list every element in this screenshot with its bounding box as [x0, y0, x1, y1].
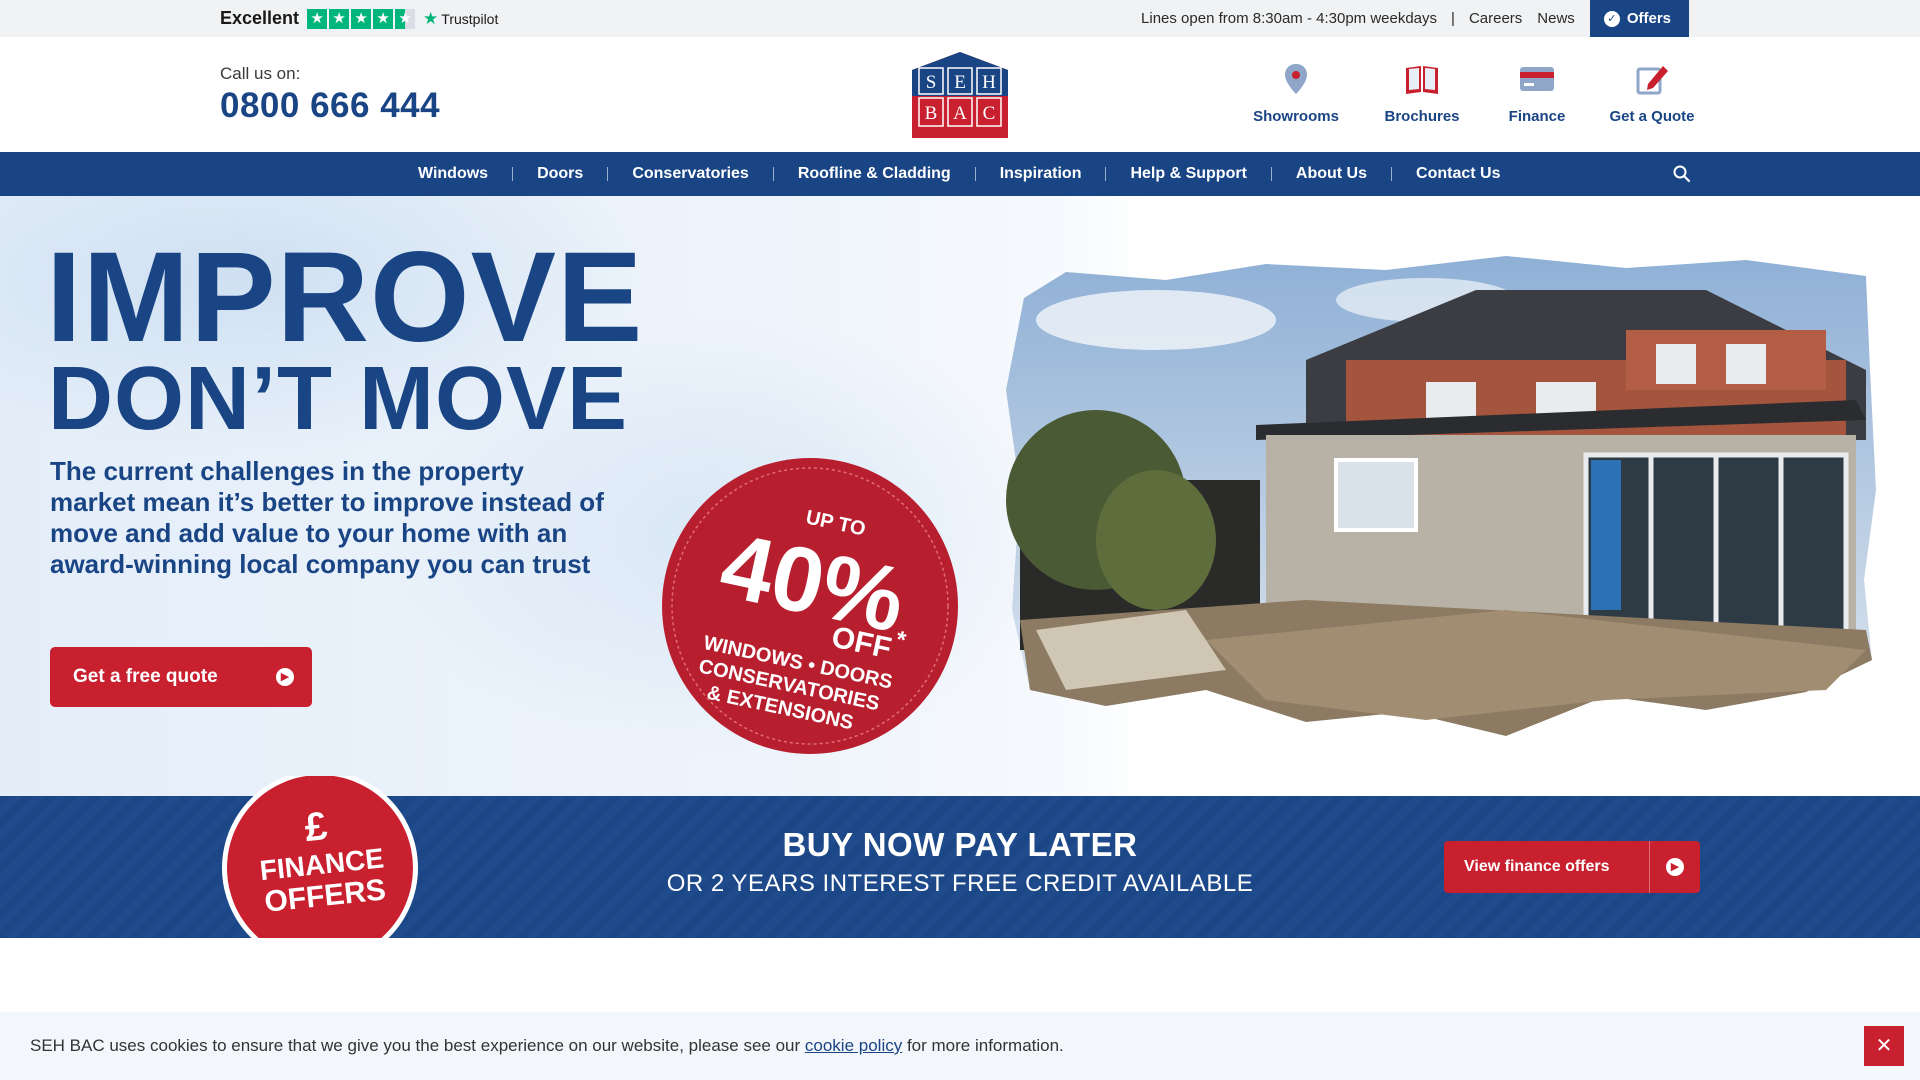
view-finance-offers-button[interactable]: View finance offers ▶ [1444, 841, 1700, 893]
news-link[interactable]: News [1537, 10, 1575, 27]
call-us-block: Call us on: 0800 666 444 [220, 64, 440, 126]
trustpilot-rating-label: Excellent [220, 8, 300, 28]
logo-letter: C [983, 103, 996, 124]
hero-section: IMPROVE DON’T MOVE The current challenge… [0, 196, 1920, 796]
nav-item-doors[interactable]: Doors [513, 165, 607, 183]
book-icon [1406, 66, 1438, 94]
button-divider [1649, 841, 1650, 893]
star-icon: ★ [307, 8, 328, 29]
cookie-banner: SEH BAC uses cookies to ensure that we g… [0, 1012, 1920, 1080]
star-icon: ★ [351, 8, 372, 29]
hero-title-line-2: DON’T MOVE [48, 349, 629, 449]
card-icon [1520, 67, 1554, 91]
brochures-link[interactable]: Brochures [1374, 60, 1470, 125]
offer-badge-icon: ✓ [1603, 10, 1620, 27]
header-quick-links: Showrooms Brochures Finance Get a Quote [1248, 60, 1700, 125]
hero-title-line-1: IMPROVE [46, 226, 644, 369]
star-icon: ★ [373, 8, 394, 29]
discount-badge: UP TO 40% OFF * WINDOWS • DOORS CONSERVA… [662, 458, 958, 754]
finance-link[interactable]: Finance [1500, 60, 1574, 125]
call-us-label: Call us on: [220, 64, 301, 83]
offers-button[interactable]: ✓ Offers [1589, 0, 1689, 37]
nav-item-inspiration[interactable]: Inspiration [976, 165, 1106, 183]
nav-item-windows[interactable]: Windows [394, 165, 512, 183]
edit-icon [1636, 66, 1668, 95]
top-bar: Excellent ★ ★ ★ ★ ★ ★ Trustpilot Lines op… [0, 0, 1920, 37]
careers-link[interactable]: Careers [1469, 10, 1522, 27]
logo-letter: H [982, 72, 996, 93]
top-bar-links: Lines open from 8:30am - 4:30pm weekdays… [1141, 0, 1689, 37]
trustpilot-star-icon: ★ [423, 8, 439, 28]
seh-bac-logo[interactable]: S E H B A C [909, 50, 1011, 140]
trustpilot-logo: ★ Trustpilot [423, 8, 499, 28]
phone-number-link[interactable]: 0800 666 444 [220, 86, 440, 126]
logo-letter: E [954, 72, 966, 93]
nav-item-about-us[interactable]: About Us [1272, 165, 1391, 183]
arrow-right-icon: ▶ [276, 668, 294, 686]
half-star-icon: ★ [395, 8, 416, 29]
house-extension-image [1006, 256, 1876, 736]
divider: | [1451, 10, 1455, 27]
logo-letter: S [926, 72, 937, 93]
star-icon: ★ [329, 8, 350, 29]
arrow-right-icon: ▶ [1666, 858, 1684, 876]
nav-item-roofline[interactable]: Roofline & Cladding [774, 165, 975, 183]
search-icon[interactable] [1672, 164, 1692, 184]
map-pin-icon [1285, 64, 1307, 94]
trustpilot-widget[interactable]: Excellent ★ ★ ★ ★ ★ ★ Trustpilot [220, 0, 498, 37]
svg-text:£: £ [303, 804, 330, 850]
nav-item-conservatories[interactable]: Conservatories [608, 165, 773, 183]
main-navigation: Windows Doors Conservatories Roofline & … [0, 152, 1920, 196]
get-free-quote-button[interactable]: Get a free quote ▶ [50, 647, 312, 707]
logo-letter: B [925, 103, 938, 124]
showrooms-link[interactable]: Showrooms [1248, 60, 1344, 125]
nav-item-contact-us[interactable]: Contact Us [1392, 165, 1524, 183]
cookie-message: SEH BAC uses cookies to ensure that we g… [30, 1036, 1064, 1055]
logo-letter: A [953, 103, 967, 124]
nav-item-help-support[interactable]: Help & Support [1106, 165, 1270, 183]
cookie-policy-link[interactable]: cookie policy [805, 1036, 902, 1055]
finance-offers-badge: £ FINANCE OFFERS [222, 776, 418, 938]
trustpilot-stars: ★ ★ ★ ★ ★ [307, 8, 416, 29]
get-a-quote-link[interactable]: Get a Quote [1604, 60, 1700, 125]
close-cookie-banner-button[interactable]: ✕ [1864, 1026, 1904, 1066]
hero-subtitle: The current challenges in the property m… [50, 456, 604, 579]
opening-hours: Lines open from 8:30am - 4:30pm weekdays [1141, 10, 1438, 27]
